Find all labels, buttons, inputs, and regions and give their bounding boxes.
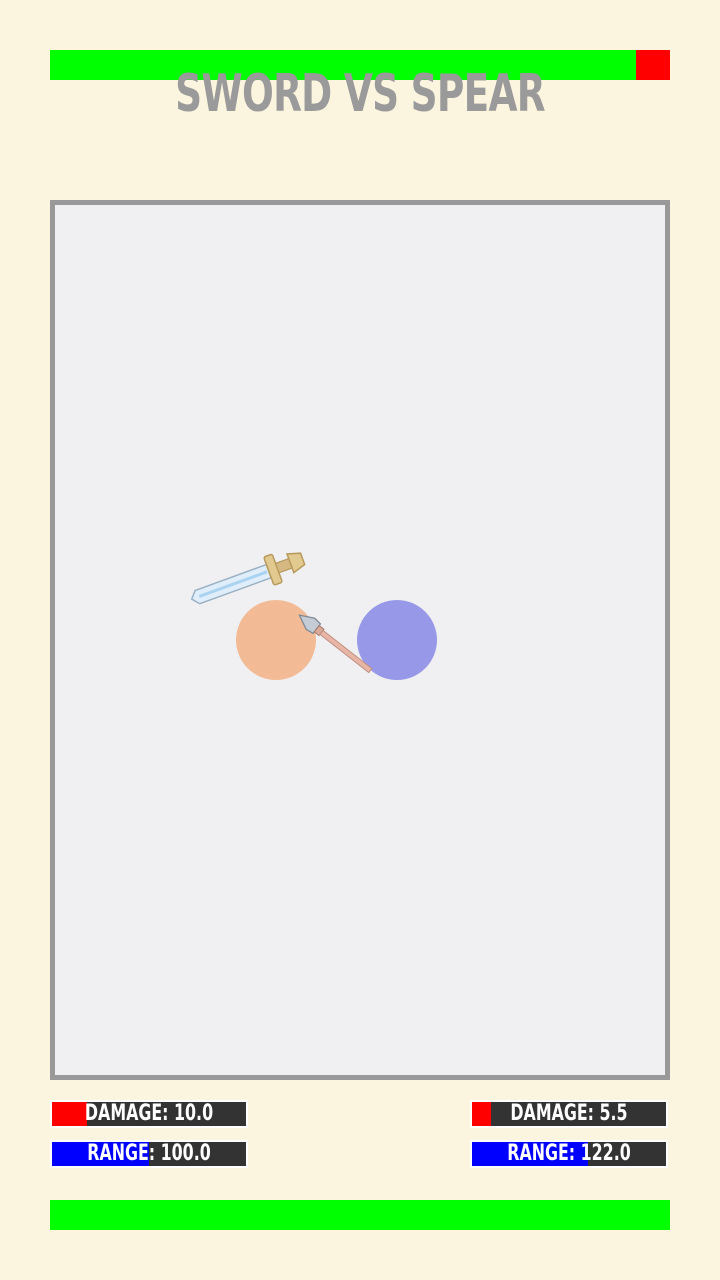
sword-range-label: RANGE: 100.0	[87, 1141, 211, 1166]
spear-damage-label: DAMAGE: 5.5	[510, 1101, 628, 1126]
bottom-health-fill	[50, 1200, 670, 1230]
sword-damage-label: DAMAGE: 10.0	[84, 1101, 214, 1126]
sword-range-stat: RANGE: 100.0	[50, 1140, 248, 1168]
sword-damage-stat: DAMAGE: 10.0	[50, 1100, 248, 1128]
bottom-health-bar	[50, 1200, 670, 1230]
spear-range-stat: RANGE: 122.0	[470, 1140, 668, 1168]
match-title: SWORD VS SPEAR	[175, 64, 545, 124]
spear-range-label: RANGE: 122.0	[507, 1141, 631, 1166]
game-screen: SWORD VS SPEAR DAMAGE: 10.0 RANGE: 100.0…	[0, 0, 720, 1280]
spear-damage-stat: DAMAGE: 5.5	[470, 1100, 668, 1128]
spear-damage-fill	[472, 1102, 492, 1126]
sword-fighter	[236, 600, 316, 680]
arena-scene	[190, 552, 437, 680]
arena	[50, 200, 670, 1080]
